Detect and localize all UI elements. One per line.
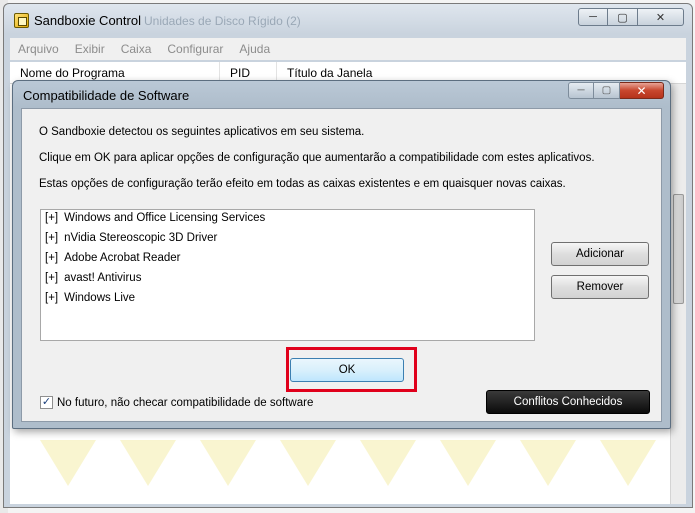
list-item[interactable]: [+] Windows and Office Licensing Service… [45, 212, 265, 224]
expand-toggle[interactable]: [+] [45, 292, 58, 304]
sandboxie-watermark-icon [280, 440, 336, 486]
software-name: Windows and Office Licensing Services [64, 212, 266, 224]
sandboxie-watermark-icon [600, 440, 656, 486]
software-name: Adobe Acrobat Reader [64, 252, 181, 264]
sandboxie-watermark-icon [40, 440, 96, 486]
expand-toggle[interactable]: [+] [45, 232, 58, 244]
expand-toggle[interactable]: [+] [45, 252, 58, 264]
dialog-close-button[interactable]: ✕ [620, 82, 664, 99]
list-item[interactable]: [+] nVidia Stereoscopic 3D Driver [45, 232, 217, 244]
add-button[interactable]: Adicionar [551, 242, 649, 266]
menu-caixa[interactable]: Caixa [121, 42, 152, 56]
sandboxie-watermark-icon [440, 440, 496, 486]
dont-check-compatibility-checkbox[interactable]: ✓ [40, 396, 53, 409]
vertical-scrollbar[interactable] [670, 84, 686, 504]
software-list[interactable]: [+] Windows and Office Licensing Service… [40, 209, 535, 341]
sandboxie-watermark-icon [120, 440, 176, 486]
list-item[interactable]: [+] Adobe Acrobat Reader [45, 252, 180, 264]
remove-button[interactable]: Remover [551, 275, 649, 299]
software-name: Windows Live [64, 292, 136, 304]
list-item[interactable]: [+] avast! Antivirus [45, 272, 141, 284]
main-caption-buttons: ─ ▢ ✕ [578, 8, 684, 26]
known-conflicts-button[interactable]: Conflitos Conhecidos [486, 390, 650, 414]
expand-toggle[interactable]: [+] [45, 272, 58, 284]
dialog-message-click-ok: Clique em OK para aplicar opções de conf… [39, 152, 595, 164]
sandboxie-app-icon [14, 13, 29, 28]
dialog-title: Compatibilidade de Software [23, 88, 190, 103]
main-title-text: Sandboxie Control [34, 13, 141, 28]
maximize-button[interactable]: ▢ [608, 8, 638, 26]
menu-exibir[interactable]: Exibir [75, 42, 105, 56]
expand-toggle[interactable]: [+] [45, 212, 58, 224]
dialog-caption-buttons: ─ ▢ ✕ [568, 82, 664, 99]
close-button[interactable]: ✕ [638, 8, 684, 26]
menu-configurar[interactable]: Configurar [167, 42, 223, 56]
menu-arquivo[interactable]: Arquivo [18, 42, 59, 56]
menu-bar: Arquivo Exibir Caixa Configurar Ajuda [10, 38, 686, 60]
sandboxie-watermark-icon [200, 440, 256, 486]
dialog-message-effect: Estas opções de configuração terão efeit… [39, 178, 566, 190]
dialog-message-detected: O Sandboxie detectou os seguintes aplica… [39, 126, 365, 138]
menu-ajuda[interactable]: Ajuda [239, 42, 270, 56]
sandboxie-watermark-icon [360, 440, 416, 486]
dont-check-compatibility-label[interactable]: No futuro, não checar compatibilidade de… [57, 397, 313, 409]
software-name: avast! Antivirus [64, 272, 142, 284]
main-window-title: Sandboxie Control [14, 13, 141, 28]
sandboxie-watermark-icon [520, 440, 576, 486]
minimize-button[interactable]: ─ [578, 8, 608, 26]
dialog-maximize-button[interactable]: ▢ [594, 82, 620, 99]
software-name: nVidia Stereoscopic 3D Driver [64, 232, 218, 244]
software-compatibility-dialog: Compatibilidade de Software ─ ▢ ✕ O Sand… [12, 80, 671, 429]
scrollbar-thumb[interactable] [673, 194, 684, 304]
list-item[interactable]: [+] Windows Live [45, 292, 135, 304]
ok-button[interactable]: OK [290, 358, 404, 382]
dialog-client-area: O Sandboxie detectou os seguintes aplica… [21, 108, 662, 422]
dont-check-compatibility-row[interactable]: ✓ No futuro, não checar compatibilidade … [40, 396, 313, 409]
dialog-minimize-button[interactable]: ─ [568, 82, 594, 99]
background-window-title: Unidades de Disco Rígido (2) [144, 14, 301, 28]
